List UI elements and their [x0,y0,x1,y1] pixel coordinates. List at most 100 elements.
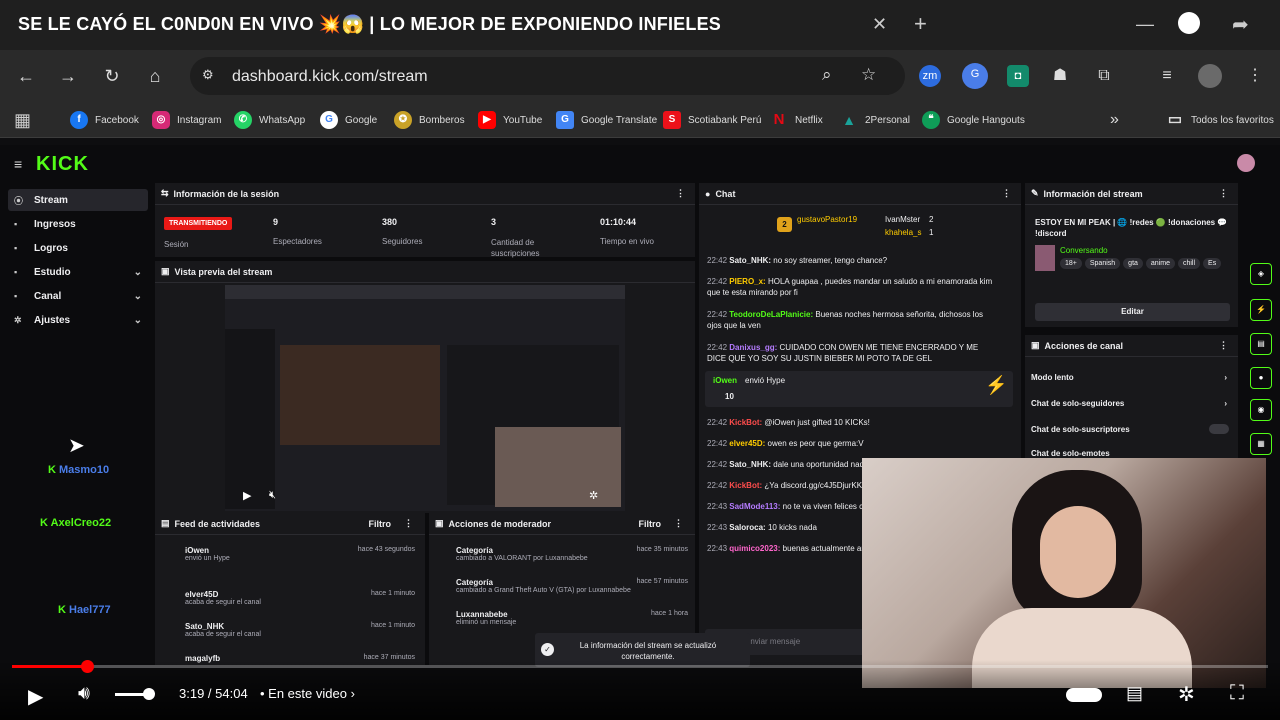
apps-grid-icon[interactable]: ▦ [14,110,31,130]
stream-title: ESTOY EN MI PEAK | 🌐 !redes 🟢 !donacione… [1035,218,1228,238]
more-icon[interactable]: ⋮ [1219,188,1228,199]
hamburger-menu-icon[interactable]: ≡ [14,156,22,172]
more-icon[interactable]: ⋮ [674,518,683,529]
volume-knob[interactable] [143,688,155,700]
sidebar-item-stream[interactable]: ⦿ Stream [8,189,148,211]
fullscreen-icon[interactable]: ⛶ [1230,682,1244,705]
facebook-icon: f [70,111,88,129]
address-bar[interactable]: ⚙ dashboard.kick.com/stream ⌕ ☆ [190,57,905,95]
tag[interactable]: Es [1203,258,1222,269]
bookmark-facebook[interactable]: f Facebook [70,110,139,130]
panel-header: ▤ Feed de actividades Filtro ⋮ [155,513,425,535]
actions-icon: ▣ [1031,340,1040,350]
session-info-panel: ⇆ Información de la sesión ⋮ TRANSMITIENDO… [155,183,695,258]
tag[interactable]: chill [1177,258,1201,269]
filter-button[interactable]: Filtro [639,519,662,529]
bookmark-2personal[interactable]: ▲ 2Personal [840,110,910,130]
autoplay-toggle[interactable] [1066,688,1102,702]
volume-icon[interactable]: 🔊︎ [78,683,90,705]
folder-icon: ▭ [1167,111,1183,128]
bookmark-scotiabank[interactable]: S Scotiabank Perú [663,110,761,130]
progress-track[interactable] [12,660,1268,673]
settings-icon[interactable]: ✲ [1178,682,1195,707]
share-icon[interactable]: ➦ [1232,12,1249,37]
play-icon[interactable]: ▶ [28,684,43,709]
bookmark-instagram[interactable]: ◎ Instagram [152,110,221,130]
tag[interactable]: Spanish [1084,258,1121,269]
site-info-icon[interactable]: ⚙ [202,67,214,83]
sidebar-item-canal[interactable]: ▪ Canal ⌄ [8,285,148,307]
tune-icon: ⇆ [161,188,169,198]
overlay-name: K Masmo10 [48,464,110,476]
more-icon[interactable]: ⋮ [404,518,413,529]
chat-message: 22:42 Sato_NHK: no soy streamer, tengo c… [707,256,888,265]
action-followers-only[interactable]: Chat de solo-seguidores › [1031,399,1231,408]
spy-extension-icon[interactable]: ☗ [1049,65,1071,87]
media-control-icon[interactable]: ≡ [1156,65,1178,87]
bookmark-google[interactable]: G Google [320,110,377,130]
quick-action-button[interactable]: ● [1250,367,1272,389]
settings-icon[interactable]: ✲ [589,489,598,502]
studio-icon: ▪ [14,267,18,277]
bookmark-whatsapp[interactable]: ✆ WhatsApp [234,110,305,130]
action-emotes-only[interactable]: Chat de solo-emotes [1031,449,1231,458]
chapter-button[interactable]: • En este video › [260,686,355,701]
bookmark-hangouts[interactable]: ❝ Google Hangouts [922,110,1025,130]
lightning-icon: ⚡ [985,375,1008,395]
more-icon[interactable]: ⋮ [1219,340,1228,351]
menu-icon[interactable]: ⋮ [1244,65,1266,87]
shield-extension-icon[interactable]: ◘ [1007,65,1029,87]
reload-icon[interactable]: ↻ [102,66,122,86]
sidebar-item-logros[interactable]: ▪ Logros [8,237,148,259]
bookmark-bomberos[interactable]: ✪ Bomberos [394,110,465,130]
watch-later-icon[interactable] [1178,12,1200,34]
nested-preview [280,345,440,445]
bookmark-netflix[interactable]: N Netflix [770,110,823,130]
home-icon[interactable]: ⌂ [145,66,165,86]
quick-action-button[interactable]: ▦ [1250,433,1272,455]
quick-action-button[interactable]: ⚡ [1250,299,1272,321]
back-icon[interactable]: ← [16,66,36,86]
more-icon[interactable]: ⋮ [1002,188,1011,199]
quick-action-button[interactable]: ▤ [1250,333,1272,355]
sidebar-item-estudio[interactable]: ▪ Estudio ⌄ [8,261,148,283]
bookmark-star-icon[interactable]: ☆ [861,65,876,85]
close-tab-icon[interactable]: ✕ [872,14,887,35]
tag[interactable]: 18+ [1060,258,1082,269]
quick-action-button[interactable]: ◉ [1250,399,1272,421]
bookmark-translate[interactable]: G Google Translate [556,110,657,130]
instagram-icon: ◎ [152,111,170,129]
subtitles-icon[interactable]: ▤ [1126,683,1143,704]
sidebar-item-ingresos[interactable]: ▪ Ingresos [8,213,148,235]
zoom-icon[interactable]: ⌕ [822,65,832,85]
action-slow-mode[interactable]: Modo lento › [1031,373,1231,382]
extensions-icon[interactable]: ⧉ [1093,65,1115,87]
new-tab-icon[interactable]: + [914,11,927,37]
progress-scrubber[interactable] [81,660,94,673]
chevron-down-icon: ⌄ [133,266,142,278]
more-bookmarks-icon[interactable]: » [1110,110,1119,130]
tag[interactable]: gta [1123,258,1143,269]
profile-avatar[interactable] [1198,64,1222,88]
action-subs-only[interactable]: Chat de solo-suscriptores [1031,424,1231,434]
play-icon[interactable]: ▶ [243,489,251,502]
sidebar-item-ajustes[interactable]: ✲ Ajustes ⌄ [8,309,148,331]
tag[interactable]: anime [1145,258,1175,269]
user-avatar[interactable] [1237,154,1255,172]
preview-video[interactable]: ▶ 🔇︎ ✲ [225,285,625,511]
all-bookmarks[interactable]: ▭ Todos los favoritos [1166,110,1274,130]
quick-action-button[interactable]: ◈ [1250,263,1272,285]
more-icon[interactable]: ⋮ [676,188,685,199]
toggle-switch[interactable] [1209,424,1229,434]
mute-icon[interactable]: 🔇︎ [269,489,276,502]
forward-icon[interactable]: → [58,66,78,86]
stream-info-panel: ✎ Información del stream ⋮ ESTOY EN MI PEA… [1025,183,1238,327]
minimize-icon[interactable]: — [1136,14,1154,35]
bookmark-youtube[interactable]: ▶ YouTube [478,110,542,130]
translate-extension-icon[interactable]: G [962,63,988,89]
filter-button[interactable]: Filtro [369,519,392,529]
zoom-extension-icon[interactable]: zm [919,65,941,87]
category-name[interactable]: Conversando [1060,246,1108,255]
volume-slider[interactable] [115,688,155,700]
edit-button[interactable]: Editar [1035,303,1230,321]
